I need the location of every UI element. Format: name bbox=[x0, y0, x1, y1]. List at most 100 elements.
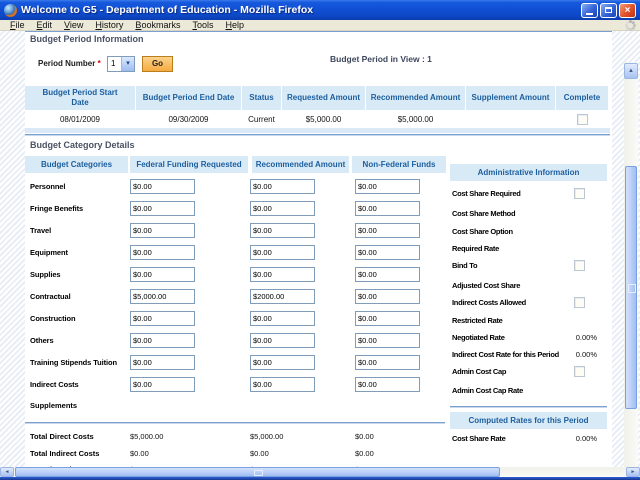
page-content: Budget Period Information Period Number … bbox=[25, 31, 612, 467]
totals-divider-line bbox=[25, 422, 445, 423]
admin-item: Required Rate bbox=[450, 243, 607, 255]
admin-item-value: 0.00% bbox=[576, 350, 597, 359]
complete-checkbox[interactable] bbox=[577, 114, 588, 125]
non-federal-funds-input[interactable] bbox=[355, 201, 420, 216]
non-federal-funds-input[interactable] bbox=[355, 333, 420, 348]
federal-funding-input[interactable] bbox=[130, 377, 195, 392]
menu-edit[interactable]: Edit bbox=[31, 20, 59, 31]
admin-cost-cap-checkbox[interactable] bbox=[574, 366, 585, 377]
budget-row-contractual: Contractual bbox=[25, 289, 470, 306]
federal-funding-input[interactable] bbox=[130, 289, 195, 304]
admin-item-label: Indirect Cost Rate for this Period bbox=[452, 350, 559, 359]
budget-category-heading: Budget Category Details bbox=[30, 140, 135, 150]
total-federal-value: $0.00 bbox=[130, 449, 149, 458]
admin-item: Cost Share Option bbox=[450, 226, 607, 238]
restore-icon bbox=[605, 7, 612, 13]
budget-period-heading: Budget Period Information bbox=[30, 34, 144, 44]
admin-item: Indirect Cost Rate for this Period 0.00% bbox=[450, 349, 607, 361]
scroll-left-button[interactable]: ◄ bbox=[0, 467, 14, 477]
total-indirect-costs-row: Total Indirect Costs $0.00 $0.00 $0.00 bbox=[25, 447, 470, 461]
federal-funding-input[interactable] bbox=[130, 245, 195, 260]
menu-view[interactable]: View bbox=[58, 20, 89, 31]
computed-rates-heading: Computed Rates for this Period bbox=[450, 412, 607, 429]
throbber-icon bbox=[629, 24, 632, 27]
chevron-down-icon[interactable]: ▾ bbox=[121, 57, 134, 71]
budget-row-equipment: Equipment bbox=[25, 245, 470, 262]
period-table-header: Budget Period Start Date Budget Period E… bbox=[25, 86, 610, 110]
indirect-costs-allowed-checkbox[interactable] bbox=[574, 297, 585, 308]
recommended-amount-input[interactable] bbox=[250, 355, 315, 370]
menu-tools[interactable]: Tools bbox=[186, 20, 219, 31]
federal-funding-input[interactable] bbox=[130, 223, 195, 238]
restore-button[interactable] bbox=[600, 3, 617, 18]
admin-item-label: Indirect Costs Allowed bbox=[452, 298, 526, 307]
supplement-amount-cell bbox=[466, 110, 555, 128]
menu-help[interactable]: Help bbox=[219, 20, 250, 31]
period-number-select[interactable]: 1 ▾ bbox=[107, 56, 135, 72]
recommended-amount-input[interactable] bbox=[250, 179, 315, 194]
non-federal-funds-input[interactable] bbox=[355, 179, 420, 194]
minimize-icon bbox=[586, 13, 593, 15]
menu-file[interactable]: File bbox=[4, 20, 31, 31]
budget-category-label: Construction bbox=[30, 314, 75, 323]
scroll-up-button[interactable]: ▲ bbox=[624, 63, 638, 79]
recommended-amount-input[interactable] bbox=[250, 311, 315, 326]
vertical-scrollbar-thumb[interactable] bbox=[625, 166, 637, 409]
budget-category-label: Others bbox=[30, 336, 54, 345]
menu-bookmarks[interactable]: Bookmarks bbox=[129, 20, 186, 31]
non-federal-funds-input[interactable] bbox=[355, 267, 420, 282]
menubar: File Edit View History Bookmarks Tools H… bbox=[0, 20, 640, 31]
admin-item: Admin Cost Cap Rate bbox=[450, 385, 607, 397]
cost-share-required-checkbox[interactable] bbox=[574, 188, 585, 199]
budget-row-travel: Travel bbox=[25, 223, 470, 240]
admin-item: Admin Cost Cap bbox=[450, 366, 607, 378]
budget-category-label: Training Stipends Tuition bbox=[30, 358, 117, 367]
federal-funding-input[interactable] bbox=[130, 311, 195, 326]
admin-item-label: Admin Cost Cap Rate bbox=[452, 386, 523, 395]
admin-item-label: Restricted Rate bbox=[452, 316, 503, 325]
federal-funding-input[interactable] bbox=[130, 201, 195, 216]
non-federal-funds-input[interactable] bbox=[355, 355, 420, 370]
non-federal-funds-input[interactable] bbox=[355, 289, 420, 304]
minimize-button[interactable] bbox=[581, 3, 598, 18]
total-recommended-value: $0.00 bbox=[250, 449, 269, 458]
total-direct-costs-row: Total Direct Costs $5,000.00 $5,000.00 $… bbox=[25, 430, 470, 444]
recommended-amount-input[interactable] bbox=[250, 201, 315, 216]
recommended-amount-input[interactable] bbox=[250, 245, 315, 260]
col-recommended-amount: Recommended Amount bbox=[252, 156, 349, 173]
recommended-amount-input[interactable] bbox=[250, 223, 315, 238]
recommended-amount-input[interactable] bbox=[250, 267, 315, 282]
non-federal-funds-input[interactable] bbox=[355, 245, 420, 260]
budget-row-personnel: Personnel bbox=[25, 179, 470, 196]
scroll-right-button[interactable]: ► bbox=[626, 467, 640, 477]
horizontal-scrollbar-thumb[interactable] bbox=[15, 467, 500, 477]
federal-funding-input[interactable] bbox=[130, 333, 195, 348]
federal-funding-input[interactable] bbox=[130, 179, 195, 194]
non-federal-funds-input[interactable] bbox=[355, 311, 420, 326]
budget-category-label: Supplies bbox=[30, 270, 60, 279]
federal-funding-input[interactable] bbox=[130, 267, 195, 282]
non-federal-funds-input[interactable] bbox=[355, 377, 420, 392]
admin-item-label: Negotiated Rate bbox=[452, 333, 505, 342]
recommended-amount-input[interactable] bbox=[250, 289, 315, 304]
non-federal-funds-input[interactable] bbox=[355, 223, 420, 238]
col-status: Status bbox=[242, 86, 281, 110]
admin-item-label: Admin Cost Cap bbox=[452, 367, 506, 376]
recommended-amount-input[interactable] bbox=[250, 333, 315, 348]
col-requested: Requested Amount bbox=[282, 86, 365, 110]
complete-cell bbox=[556, 110, 608, 128]
budget-category-label: Equipment bbox=[30, 248, 68, 257]
go-button[interactable]: Go bbox=[142, 56, 173, 72]
titlebar: Welcome to G5 - Department of Education … bbox=[0, 0, 640, 20]
admin-item: Bind To bbox=[450, 260, 607, 272]
computed-item: Cost Share Rate 0.00% bbox=[450, 433, 607, 445]
federal-funding-input[interactable] bbox=[130, 355, 195, 370]
budget-category-label: Travel bbox=[30, 226, 51, 235]
bind-to-checkbox[interactable] bbox=[574, 260, 585, 271]
menu-history[interactable]: History bbox=[89, 20, 129, 31]
budget-row-construction: Construction bbox=[25, 311, 470, 328]
col-end-date: Budget Period End Date bbox=[136, 86, 241, 110]
section-divider-line bbox=[25, 134, 610, 135]
recommended-amount-input[interactable] bbox=[250, 377, 315, 392]
close-button[interactable]: × bbox=[619, 3, 636, 18]
